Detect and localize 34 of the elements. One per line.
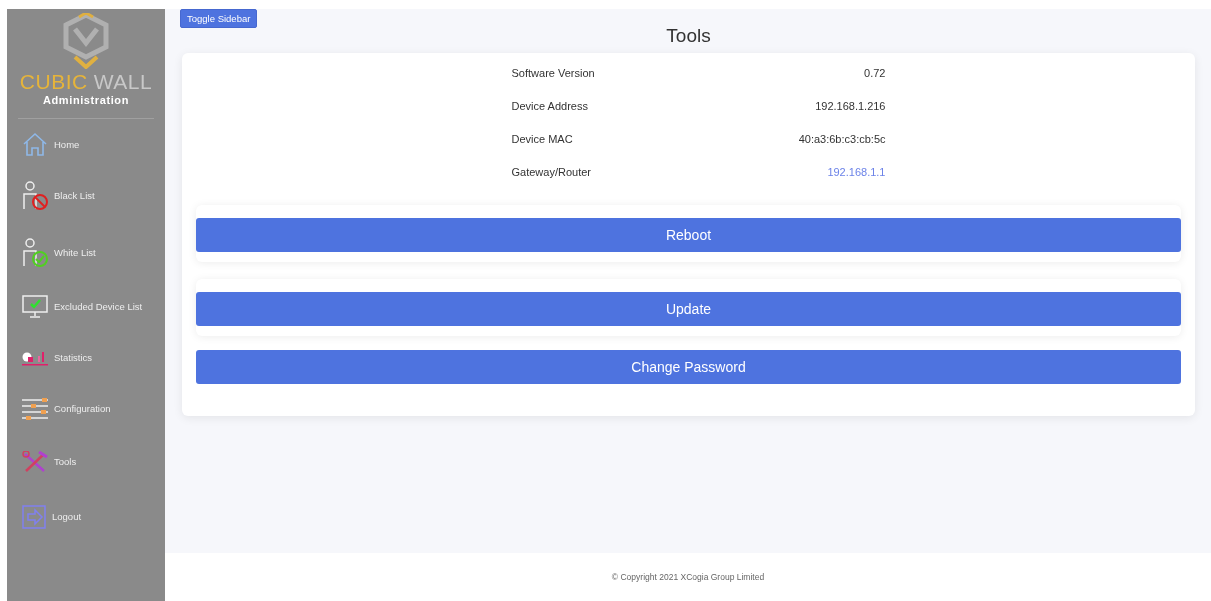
toggle-sidebar-button[interactable]: Toggle Sidebar: [180, 9, 258, 28]
page-title: Tools: [665, 25, 712, 47]
action-button[interactable]: Change Password: [196, 350, 1181, 384]
sidebar-item[interactable]: Home: [7, 121, 165, 167]
sidebar-item[interactable]: White List: [7, 224, 165, 281]
monitor-check-icon: [22, 294, 48, 319]
info-label: Device Address: [511, 100, 588, 114]
logo-text: CUBIC: [19, 71, 88, 93]
info-link[interactable]: 192.168.1.1: [827, 166, 886, 199]
logout-icon: [22, 504, 46, 529]
person-blocked-icon: [22, 180, 48, 211]
action-button[interactable]: Update: [196, 292, 1181, 326]
tools-icon: [22, 450, 48, 473]
info-label: Gateway/Router: [511, 166, 591, 180]
chart-icon: [22, 349, 48, 366]
person-approved-icon: [22, 237, 48, 268]
info-value: 192.168.1.216: [815, 100, 886, 114]
sliders-icon: [22, 397, 48, 420]
action-button[interactable]: Reboot: [196, 218, 1181, 252]
logo-text: WALL: [93, 71, 153, 93]
copyright-text: © Copyright 2021 XCogia Group Limited: [611, 572, 765, 582]
house-icon: [22, 132, 48, 156]
sidebar-item[interactable]: Logout: [7, 489, 165, 544]
logo-icon: [61, 13, 111, 69]
info-label: Device MAC: [511, 133, 573, 147]
sidebar-item[interactable]: Statistics: [7, 332, 165, 383]
sidebar-item[interactable]: Tools: [7, 434, 165, 489]
sidebar-item[interactable]: Excluded Device List: [7, 281, 165, 332]
info-value: 0.72: [864, 67, 886, 81]
sidebar-item[interactable]: Configuration: [7, 383, 165, 434]
logo-subtitle: Administration: [43, 94, 129, 106]
info-value: 40:a3:6b:c3:cb:5c: [798, 133, 886, 147]
info-label: Software Version: [511, 67, 595, 81]
sidebar-item[interactable]: Black List: [7, 167, 165, 224]
